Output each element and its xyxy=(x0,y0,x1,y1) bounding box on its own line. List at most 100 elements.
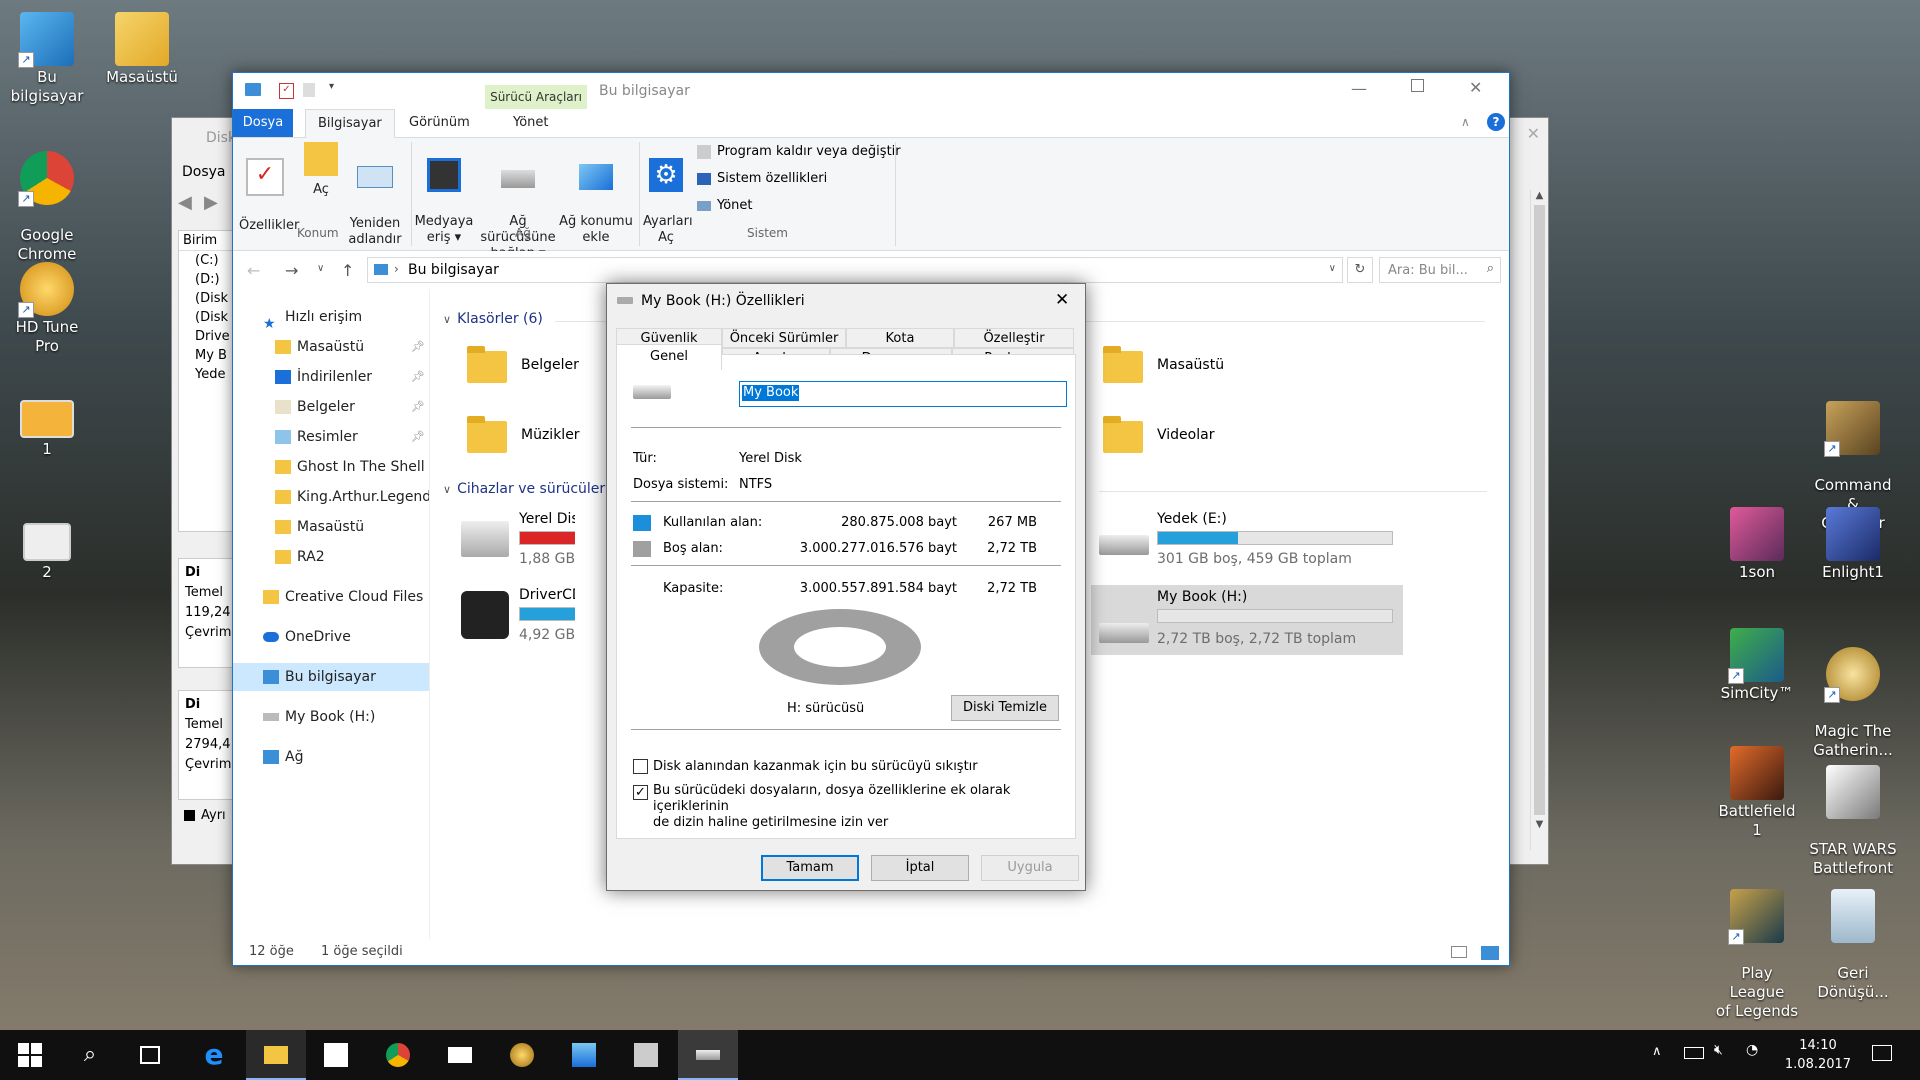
minimize-icon[interactable]: — xyxy=(1351,79,1367,98)
volume-row[interactable]: (C:) xyxy=(179,251,239,270)
up-nav-icon[interactable]: ↑ xyxy=(341,261,354,280)
folder-item-belgeler[interactable]: Belgeler xyxy=(463,339,613,395)
large-icons-view-icon[interactable] xyxy=(1481,946,1499,960)
show-hidden-icons[interactable]: ∧ xyxy=(1652,1044,1662,1059)
nav-item-masaustu-2[interactable]: Masaüstü xyxy=(233,513,429,541)
tab-file[interactable]: Dosya xyxy=(233,109,293,137)
context-tab-drive-tools[interactable]: Sürücü Araçları xyxy=(485,85,587,109)
volume-row[interactable]: My B xyxy=(179,346,239,365)
help-icon[interactable]: ? xyxy=(1487,113,1505,131)
close-icon[interactable]: ✕ xyxy=(1469,78,1482,97)
forward-arrow-icon[interactable]: ▶ xyxy=(204,192,218,213)
apply-button[interactable]: Uygula xyxy=(981,855,1079,881)
drive-item-e[interactable]: Yedek (E:) 301 GB boş, 459 GB toplam xyxy=(1093,507,1403,571)
open-button[interactable]: Aç xyxy=(301,142,341,198)
nav-item-resimler[interactable]: Resimler 📌︎ xyxy=(233,423,429,451)
nav-creative-cloud[interactable]: Creative Cloud Files xyxy=(233,583,429,611)
tab-view[interactable]: Görünüm xyxy=(397,109,482,137)
volume-muted-icon[interactable]: 🔇︎ xyxy=(1714,1042,1723,1058)
new-folder-qat-icon[interactable] xyxy=(303,83,315,97)
desktop-icon-enlight[interactable]: Enlight1 xyxy=(1808,507,1898,582)
rename-button[interactable]: Yeniden adlandır xyxy=(345,142,405,248)
start-button[interactable] xyxy=(0,1030,60,1080)
ok-button[interactable]: Tamam xyxy=(761,855,859,881)
recent-locations-icon[interactable]: ∨ xyxy=(317,263,324,274)
wifi-icon[interactable]: ◔ xyxy=(1746,1042,1758,1058)
folder-item-muzikler[interactable]: Müzikler xyxy=(463,409,613,465)
explorer-titlebar[interactable]: ✓ ▾ Sürücü Araçları Bu bilgisayar — ✕ xyxy=(233,73,1509,109)
nav-mybook[interactable]: My Book (H:) xyxy=(233,703,429,731)
nav-item-king-arthur[interactable]: King.Arthur.Legend. xyxy=(233,483,429,511)
open-settings-button[interactable]: ⚙ Ayarları Aç xyxy=(643,142,693,246)
desktop-icon-masaustu[interactable]: Masaüstü xyxy=(97,12,187,87)
disk-cleanup-button[interactable]: Diski Temizle xyxy=(951,695,1059,721)
close-icon[interactable]: ✕ xyxy=(1055,290,1069,310)
nav-onedrive[interactable]: OneDrive xyxy=(233,623,429,651)
nav-quick-access[interactable]: ★ Hızlı erişim xyxy=(233,303,429,331)
volume-row[interactable]: (Disk xyxy=(179,289,239,308)
properties-qat-icon[interactable]: ✓ xyxy=(279,83,294,99)
qat-dropdown-icon[interactable]: ▾ xyxy=(329,81,334,92)
details-view-icon[interactable] xyxy=(1451,946,1467,958)
battery-icon[interactable] xyxy=(1684,1047,1704,1059)
maximize-icon[interactable] xyxy=(1411,79,1424,92)
taskbar-store[interactable] xyxy=(306,1030,366,1080)
map-drive-button[interactable]: Ağ sürücüsüne bağlan ▾ xyxy=(471,142,565,262)
drive-item-f[interactable]: DriverCD (F:) 4,92 GB boş, xyxy=(459,583,575,647)
uninstall-program-button[interactable]: Program kaldır veya değiştir xyxy=(697,144,901,159)
scroll-thumb[interactable] xyxy=(1534,205,1545,815)
pin-icon[interactable]: 📌︎ xyxy=(411,363,425,391)
tab-onceki-surumler[interactable]: Önceki Sürümler xyxy=(722,328,846,348)
refresh-icon[interactable]: ↻ xyxy=(1347,257,1373,283)
tab-computer[interactable]: Bilgisayar xyxy=(305,109,395,138)
taskbar-app-bulb[interactable] xyxy=(492,1030,552,1080)
scroll-up-icon[interactable]: ▲ xyxy=(1531,190,1548,201)
volume-column-header[interactable]: Birim xyxy=(179,231,239,251)
compress-checkbox[interactable] xyxy=(633,759,648,774)
taskbar-mail[interactable] xyxy=(430,1030,490,1080)
properties-button[interactable]: ✓ Özellikler xyxy=(239,142,299,234)
address-dropdown-icon[interactable]: ∨ xyxy=(1329,263,1336,274)
drive-item-c[interactable]: Yerel Disk (C: 1,88 GB boş, xyxy=(459,507,575,571)
taskbar-disk-management[interactable] xyxy=(678,1030,738,1080)
desktop-icon-2[interactable]: 2 xyxy=(2,515,92,582)
clock[interactable]: 14:10 1.08.2017 xyxy=(1778,1036,1858,1074)
pin-icon[interactable]: 📌︎ xyxy=(411,333,425,361)
desktop-icon-chrome[interactable]: ↗ Google Chrome xyxy=(2,132,92,283)
media-access-button[interactable]: Medyaya eriş ▾ xyxy=(413,142,475,246)
collapse-ribbon-icon[interactable]: ∧ xyxy=(1461,115,1470,129)
desktop-icon-recycle[interactable]: Geri Dönüşü... xyxy=(1808,870,1898,1021)
task-view-button[interactable] xyxy=(120,1030,180,1080)
folders-section-header[interactable]: ∨ Klasörler (6) xyxy=(443,311,1485,327)
volume-name-input[interactable]: My Book xyxy=(739,381,1067,407)
back-arrow-icon[interactable]: ◀ xyxy=(178,192,192,213)
desktop-icon-lol[interactable]: ↗ Play League of Legends xyxy=(1712,870,1802,1040)
tab-ozellestir[interactable]: Özelleştir xyxy=(954,328,1074,348)
nav-network[interactable]: Ağ xyxy=(233,743,429,771)
system-properties-button[interactable]: Sistem özellikleri xyxy=(697,171,827,186)
volume-row[interactable]: Yede xyxy=(179,365,239,384)
pin-icon[interactable]: 📌︎ xyxy=(411,423,425,451)
folder-item-masaustu[interactable]: Masaüstü xyxy=(1099,339,1249,395)
nav-item-indirilenler[interactable]: İndirilenler 📌︎ xyxy=(233,363,429,391)
nav-item-masaustu[interactable]: Masaüstü 📌︎ xyxy=(233,333,429,361)
search-button[interactable]: ⌕ xyxy=(60,1030,120,1080)
nav-item-belgeler[interactable]: Belgeler 📌︎ xyxy=(233,393,429,421)
index-label[interactable]: Bu sürücüdeki dosyaların, dosya özellikl… xyxy=(653,783,1071,831)
back-nav-icon[interactable]: ← xyxy=(247,261,260,280)
taskbar-app-box[interactable] xyxy=(616,1030,676,1080)
disk-window-menu-file[interactable]: Dosya xyxy=(182,164,226,180)
drive-item-h[interactable]: My Book (H:) 2,72 TB boş, 2,72 TB toplam xyxy=(1091,585,1403,655)
add-location-button[interactable]: Ağ konumu ekle xyxy=(559,142,633,246)
taskbar-file-explorer[interactable] xyxy=(246,1030,306,1080)
scrollbar-vertical[interactable]: ▲ ▼ xyxy=(1530,190,1548,850)
nav-item-ra2[interactable]: RA2 xyxy=(233,543,429,571)
breadcrumb[interactable]: Bu bilgisayar xyxy=(408,262,499,278)
manage-button[interactable]: Yönet xyxy=(697,198,753,213)
desktop-icon-1[interactable]: 1 xyxy=(2,392,92,459)
address-bar[interactable]: › Bu bilgisayar ∨ xyxy=(367,257,1343,283)
tab-kota[interactable]: Kota xyxy=(846,328,954,348)
compress-label[interactable]: Disk alanından kazanmak için bu sürücüyü… xyxy=(653,759,978,774)
desktop-icon-battlefield[interactable]: Battlefield 1 xyxy=(1712,746,1802,840)
desktop-icon-hdtune[interactable]: ↗ HD Tune Pro xyxy=(2,262,92,356)
